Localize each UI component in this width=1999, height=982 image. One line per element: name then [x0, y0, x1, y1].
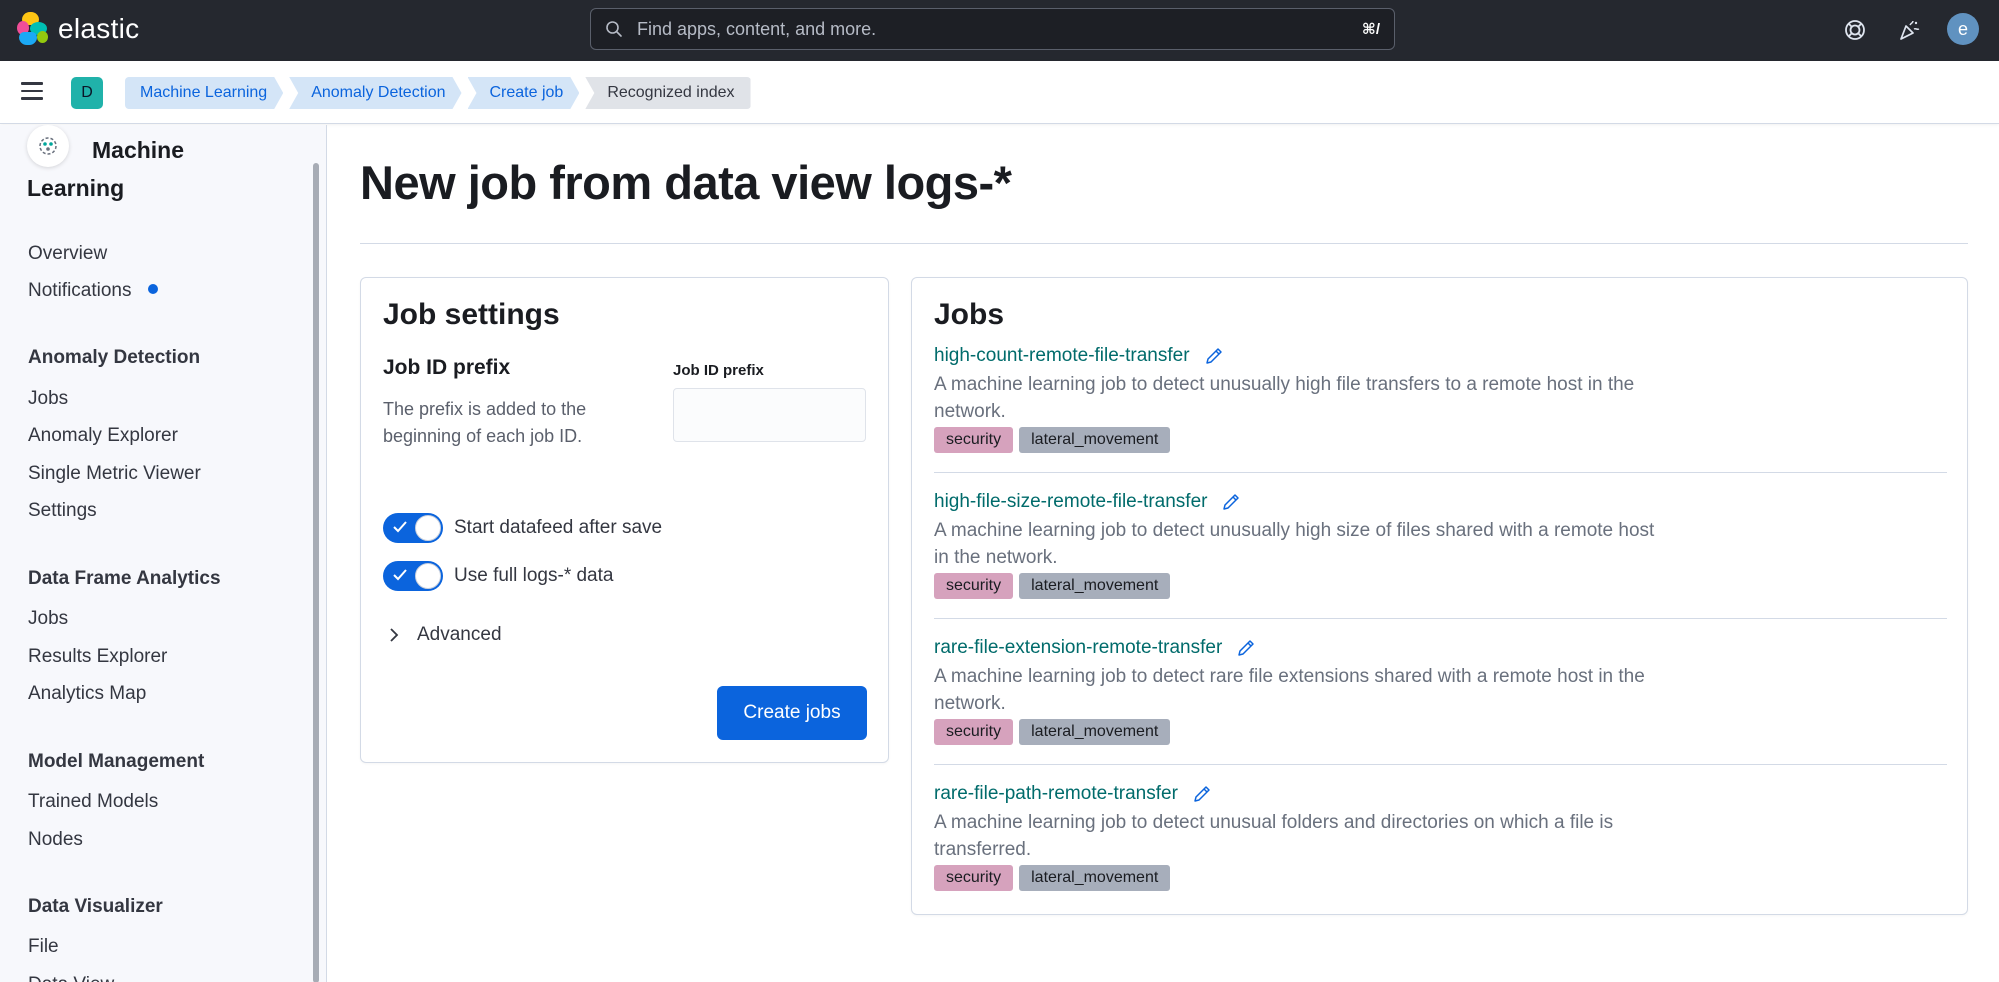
sidebar-item-label: Notifications	[28, 280, 132, 301]
start-datafeed-label: Start datafeed after save	[454, 517, 663, 538]
job-id: high-file-size-remote-file-transfer	[934, 491, 1208, 512]
sidebar-item-data-view[interactable]: Data View	[28, 974, 114, 982]
sidebar-group-model-management: Model Management	[28, 751, 205, 772]
job-description: A machine learning job to detect rare fi…	[934, 666, 1645, 714]
job-description: A machine learning job to detect unusual…	[934, 812, 1614, 860]
space-avatar[interactable]: D	[71, 77, 103, 109]
full-data-toggle-row: Use full logs-* data	[383, 561, 613, 591]
job-link[interactable]: rare-file-extension-remote-transfer	[934, 637, 1256, 659]
job-item: high-file-size-remote-file-transfer A ma…	[934, 491, 1947, 599]
job-link[interactable]: high-file-size-remote-file-transfer	[934, 491, 1241, 513]
tag-security: security	[934, 573, 1014, 599]
tag-lateral-movement: lateral_movement	[1019, 719, 1171, 745]
job-item: high-count-remote-file-transfer A machin…	[934, 345, 1947, 453]
job-description: A machine learning job to detect unusual…	[934, 374, 1635, 422]
sidebar-item-ad-jobs[interactable]: Jobs	[28, 388, 68, 410]
breadcrumb-recognized-index: Recognized index	[585, 77, 751, 109]
job-link[interactable]: high-count-remote-file-transfer	[934, 345, 1224, 367]
breadcrumb: Machine Learning Anomaly Detection Creat…	[125, 77, 757, 109]
job-tags: security lateral_movement	[934, 719, 1947, 745]
sidebar-item-dfa-jobs[interactable]: Jobs	[28, 608, 68, 630]
job-tags: security lateral_movement	[934, 427, 1947, 453]
sidebar-item-single-metric-viewer[interactable]: Single Metric Viewer	[28, 463, 201, 485]
search-icon	[606, 21, 622, 37]
hamburger-menu-icon[interactable]	[21, 82, 43, 102]
sidebar-group-data-frame-analytics: Data Frame Analytics	[28, 568, 221, 589]
sidebar-item-nodes[interactable]: Nodes	[28, 829, 83, 851]
job-settings-heading: Job settings	[383, 298, 560, 331]
user-avatar[interactable]: e	[1947, 13, 1979, 45]
tag-security: security	[934, 427, 1014, 453]
pencil-icon[interactable]	[1192, 784, 1212, 804]
job-settings-panel: Job settings Job ID prefix The prefix is…	[360, 277, 889, 763]
job-divider	[934, 472, 1947, 473]
job-id-prefix-title: Job ID prefix	[383, 356, 511, 379]
pencil-icon[interactable]	[1204, 346, 1224, 366]
full-data-label: Use full logs-* data	[454, 565, 614, 586]
job-id: rare-file-extension-remote-transfer	[934, 637, 1223, 658]
sidebar-item-results-explorer[interactable]: Results Explorer	[28, 646, 167, 668]
job-tags: security lateral_movement	[934, 865, 1947, 891]
title-divider	[360, 243, 1968, 244]
sidebar-item-settings[interactable]: Settings	[28, 500, 97, 522]
jobs-heading: Jobs	[934, 298, 1005, 331]
elastic-logo-icon	[17, 12, 50, 45]
job-item: rare-file-extension-remote-transfer A ma…	[934, 637, 1947, 745]
global-search-input[interactable]: Find apps, content, and more. ⌘/	[590, 8, 1395, 50]
news-feed-icon[interactable]	[1893, 14, 1925, 46]
machine-learning-icon	[27, 125, 69, 167]
help-icon[interactable]	[1839, 14, 1871, 46]
breadcrumb-machine-learning[interactable]: Machine Learning	[125, 77, 283, 109]
job-divider	[934, 764, 1947, 765]
sidebar-scrollbar[interactable]	[313, 163, 319, 982]
start-datafeed-toggle-row: Start datafeed after save	[383, 513, 662, 543]
checkmark-icon	[393, 569, 407, 581]
job-tags: security lateral_movement	[934, 573, 1947, 599]
job-id-prefix-input[interactable]	[673, 388, 866, 442]
tag-lateral-movement: lateral_movement	[1019, 865, 1171, 891]
top-header: elastic Find apps, content, and more. ⌘/…	[0, 0, 1999, 61]
pencil-icon[interactable]	[1221, 492, 1241, 512]
notification-dot	[147, 283, 158, 294]
breadcrumb-bar: D Machine Learning Anomaly Detection Cre…	[0, 61, 1999, 124]
advanced-label: Advanced	[417, 624, 502, 645]
sidebar-group-anomaly-detection: Anomaly Detection	[28, 347, 201, 368]
jobs-panel: Jobs high-count-remote-file-transfer A m…	[911, 277, 1968, 915]
search-shortcut: ⌘/	[1361, 21, 1380, 38]
elastic-logo[interactable]: elastic	[17, 12, 139, 45]
breadcrumb-anomaly-detection[interactable]: Anomaly Detection	[289, 77, 461, 109]
tag-security: security	[934, 719, 1014, 745]
sidebar-item-anomaly-explorer[interactable]: Anomaly Explorer	[28, 425, 178, 447]
job-description: A machine learning job to detect unusual…	[934, 520, 1655, 568]
chevron-right-icon	[390, 628, 399, 642]
sidebar-item-notifications[interactable]: Notifications	[28, 280, 158, 302]
sidebar: Machine Learning Overview Notifications …	[0, 125, 327, 982]
tag-security: security	[934, 865, 1014, 891]
brand-name: elastic	[58, 12, 140, 44]
sidebar-item-overview[interactable]: Overview	[28, 243, 107, 265]
job-link[interactable]: rare-file-path-remote-transfer	[934, 783, 1212, 805]
tag-lateral-movement: lateral_movement	[1019, 427, 1171, 453]
job-id: rare-file-path-remote-transfer	[934, 783, 1178, 804]
sidebar-item-analytics-map[interactable]: Analytics Map	[28, 683, 146, 705]
start-datafeed-switch[interactable]	[383, 513, 443, 543]
page-title: New job from data view logs-*	[360, 156, 1012, 209]
sidebar-item-trained-models[interactable]: Trained Models	[28, 791, 158, 813]
full-data-switch[interactable]	[383, 561, 443, 591]
job-item: rare-file-path-remote-transfer A machine…	[934, 783, 1947, 891]
job-id-prefix-description: The prefix is added to the beginning of …	[383, 399, 587, 446]
checkmark-icon	[393, 521, 407, 533]
create-jobs-button[interactable]: Create jobs	[717, 686, 867, 740]
advanced-accordion[interactable]: Advanced	[389, 624, 502, 646]
job-divider	[934, 618, 1947, 619]
tag-lateral-movement: lateral_movement	[1019, 573, 1171, 599]
sidebar-item-file[interactable]: File	[28, 936, 59, 958]
sidebar-group-data-visualizer: Data Visualizer	[28, 896, 163, 917]
job-id: high-count-remote-file-transfer	[934, 345, 1190, 366]
pencil-icon[interactable]	[1236, 638, 1256, 658]
job-id-prefix-label: Job ID prefix	[673, 362, 764, 379]
breadcrumb-create-job[interactable]: Create job	[468, 77, 580, 109]
search-placeholder: Find apps, content, and more.	[637, 18, 877, 39]
